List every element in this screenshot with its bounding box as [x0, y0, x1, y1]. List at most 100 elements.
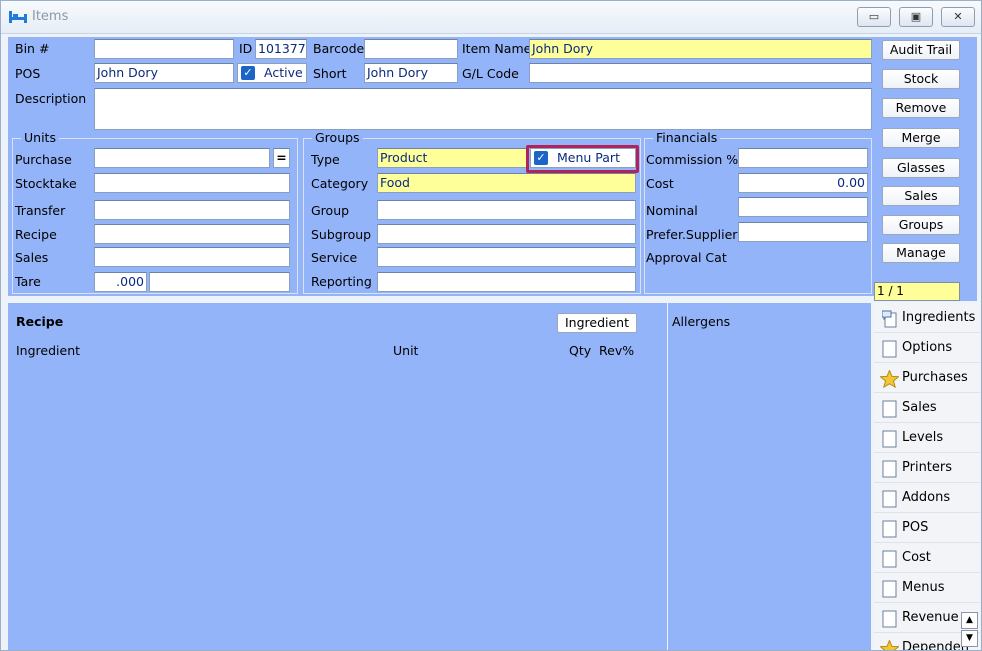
close-icon: ✕	[953, 10, 963, 23]
tab-printers[interactable]: Printers	[874, 453, 980, 483]
speech-doc-icon	[882, 310, 897, 328]
recipe-title: Recipe	[16, 314, 64, 329]
restore-icon: ▣	[910, 10, 922, 23]
category-label: Category	[311, 176, 369, 191]
close-button[interactable]: ✕	[941, 7, 975, 27]
tab-label: Printers	[902, 460, 953, 475]
minimize-button[interactable]: ▭	[857, 7, 891, 27]
arrow-up-icon: ▲	[966, 615, 973, 625]
short-input[interactable]: John Dory	[364, 63, 458, 83]
tare-input[interactable]: .000	[94, 272, 147, 292]
document-icon	[882, 400, 897, 418]
document-icon	[882, 550, 897, 568]
tare-label: Tare	[15, 274, 41, 289]
nominal-label: Nominal	[646, 203, 698, 218]
transfer-label: Transfer	[15, 203, 66, 218]
prefer-supplier-input[interactable]	[738, 222, 868, 242]
document-icon	[882, 580, 897, 598]
tab-label: Menus	[902, 580, 945, 595]
tab-label: Dependen	[902, 640, 969, 651]
purchase-input[interactable]	[94, 148, 270, 168]
tabs-scroll-down[interactable]: ▼	[961, 630, 978, 647]
tab-addons[interactable]: Addons	[874, 483, 980, 513]
col-rev: Rev%	[599, 343, 635, 358]
active-checkbox[interactable]: ✓ Active	[237, 63, 307, 83]
category-select[interactable]: Food	[377, 173, 636, 193]
document-icon	[882, 430, 897, 448]
transfer-input[interactable]	[94, 200, 290, 220]
recipe-unit-label: Recipe	[15, 227, 57, 242]
tab-levels[interactable]: Levels	[874, 423, 980, 453]
add-ingredient-button[interactable]: Ingredient	[557, 313, 637, 333]
tab-label: Revenue	[902, 610, 959, 625]
gl-code-input[interactable]	[529, 63, 872, 83]
commission-label: Commission %	[646, 152, 739, 167]
type-select[interactable]: Product	[377, 148, 527, 168]
tab-options[interactable]: Options	[874, 333, 980, 363]
star-icon	[880, 370, 899, 388]
service-label: Service	[311, 250, 358, 265]
allergens-panel: Allergens	[668, 303, 871, 650]
audit-trail-button[interactable]: Audit Trail	[882, 40, 960, 60]
nominal-input[interactable]	[738, 197, 868, 217]
record-pager: 1 / 1	[874, 282, 960, 301]
description-input[interactable]	[94, 88, 872, 130]
group-label: Group	[311, 203, 350, 218]
document-icon	[882, 340, 897, 358]
pos-input[interactable]: John Dory	[94, 63, 234, 83]
tab-label: Cost	[902, 550, 931, 565]
items-window: Items ▭ ▣ ✕ Bin # ID 101377 Barcode Item…	[0, 0, 982, 651]
financials-title: Financials	[653, 130, 721, 145]
stocktake-input[interactable]	[94, 173, 290, 193]
bin-label: Bin #	[15, 41, 50, 56]
service-select[interactable]	[377, 247, 636, 267]
barcode-input[interactable]	[364, 39, 458, 59]
tare-unit-input[interactable]	[149, 272, 290, 292]
tab-label: Ingredients	[902, 310, 976, 325]
sales-unit-input[interactable]	[94, 247, 290, 267]
reporting-label: Reporting	[311, 274, 372, 289]
active-label: Active	[264, 65, 303, 80]
minimize-icon: ▭	[868, 10, 880, 23]
star-icon	[880, 640, 899, 650]
group-select[interactable]	[377, 200, 636, 220]
tab-ingredients[interactable]: Ingredients	[874, 303, 980, 333]
recipe-panel: Recipe Ingredient Ingredient Unit Qty Re…	[8, 303, 667, 650]
tab-cost[interactable]: Cost	[874, 543, 980, 573]
check-icon: ✓	[241, 66, 255, 80]
tab-sales[interactable]: Sales	[874, 393, 980, 423]
tab-label: Options	[902, 340, 953, 355]
sales-button[interactable]: Sales	[882, 186, 960, 206]
window-title: Items	[32, 9, 69, 24]
tab-label: Levels	[902, 430, 944, 445]
remove-button[interactable]: Remove	[882, 98, 960, 118]
subgroup-select[interactable]	[377, 224, 636, 244]
merge-button[interactable]: Merge	[882, 128, 960, 148]
commission-input[interactable]	[738, 148, 868, 168]
tabs-scroll-up[interactable]: ▲	[961, 612, 978, 629]
restore-button[interactable]: ▣	[899, 7, 933, 27]
tab-pos[interactable]: POS	[874, 513, 980, 543]
document-icon	[882, 520, 897, 538]
cost-input[interactable]: 0.00	[738, 173, 868, 193]
recipe-unit-input[interactable]	[94, 224, 290, 244]
reporting-select[interactable]	[377, 272, 636, 292]
tab-purchases[interactable]: Purchases	[874, 363, 980, 393]
detail-tabs: Ingredients Options Purchases Sales Leve…	[874, 303, 980, 651]
item-name-input[interactable]: John Dory	[529, 39, 872, 59]
bin-input[interactable]	[94, 39, 234, 59]
equals-button[interactable]: =	[273, 148, 290, 168]
prefer-supplier-label: Prefer.Supplier	[646, 227, 738, 242]
groups-button[interactable]: Groups	[882, 215, 960, 235]
manage-button[interactable]: Manage	[882, 243, 960, 263]
tab-label: Addons	[902, 490, 951, 505]
col-ingredient: Ingredient	[16, 343, 81, 358]
tab-label: Purchases	[902, 370, 968, 385]
tab-menus[interactable]: Menus	[874, 573, 980, 603]
gl-code-label: G/L Code	[462, 66, 519, 81]
groups-title: Groups	[312, 130, 363, 145]
stock-button[interactable]: Stock	[882, 69, 960, 89]
item-details-panel: Bin # ID 101377 Barcode Item Name John D…	[8, 37, 874, 296]
glasses-button[interactable]: Glasses	[882, 158, 960, 178]
tab-label: Sales	[902, 400, 937, 415]
